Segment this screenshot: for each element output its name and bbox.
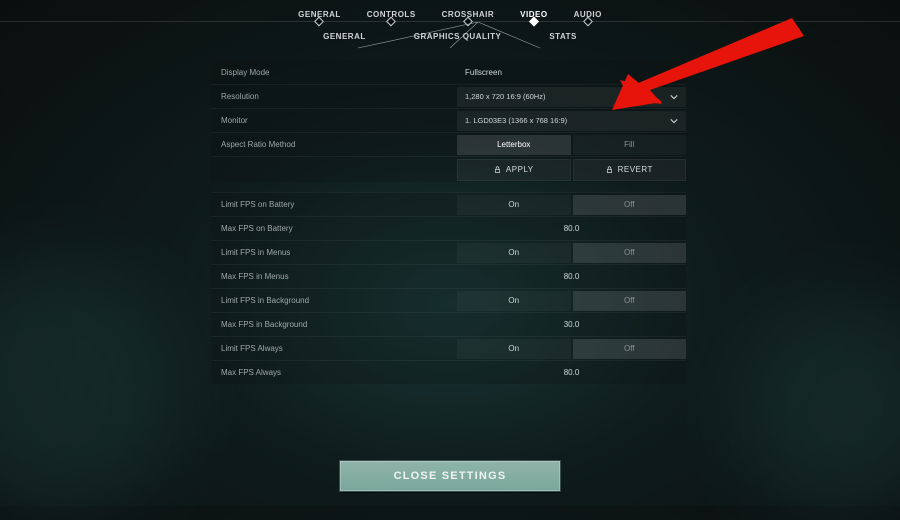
value-max-fps-always[interactable]: 80.0 (457, 368, 686, 377)
value-max-fps-background[interactable]: 30.0 (457, 320, 686, 329)
label-limit-fps-always: Limit FPS Always (211, 344, 457, 353)
tab-general[interactable]: GENERAL (298, 10, 341, 21)
subtab-general[interactable]: GENERAL (323, 32, 366, 48)
top-tab-bar: GENERAL CONTROLS CROSSHAIR VIDEO AUDIO (0, 0, 900, 22)
select-resolution[interactable]: 1,280 x 720 16:9 (60Hz) (457, 87, 686, 107)
option-menus-on[interactable]: On (457, 243, 571, 263)
select-monitor[interactable]: 1. LGD03E3 (1366 x 768 16:9) (457, 111, 686, 131)
label-display-mode: Display Mode (211, 68, 457, 77)
option-bg-on[interactable]: On (457, 291, 571, 311)
tab-crosshair[interactable]: CROSSHAIR (442, 10, 495, 21)
tab-audio[interactable]: AUDIO (574, 10, 602, 21)
subtab-graphics-quality[interactable]: GRAPHICS QUALITY (414, 32, 502, 48)
row-resolution: Resolution 1,280 x 720 16:9 (60Hz) (211, 84, 686, 108)
row-max-fps-always: Max FPS Always 80.0 (211, 360, 686, 384)
label-max-fps-always: Max FPS Always (211, 368, 457, 377)
row-limit-fps-always: Limit FPS Always On Off (211, 336, 686, 360)
apply-button[interactable]: APPLY (457, 159, 571, 181)
chevron-down-icon (670, 117, 678, 127)
row-max-fps-background: Max FPS in Background 30.0 (211, 312, 686, 336)
row-limit-fps-menus: Limit FPS in Menus On Off (211, 240, 686, 264)
row-limit-fps-battery: Limit FPS on Battery On Off (211, 192, 686, 216)
option-letterbox[interactable]: Letterbox (457, 135, 571, 155)
label-resolution: Resolution (211, 92, 457, 101)
label-max-fps-background: Max FPS in Background (211, 320, 457, 329)
label-limit-fps-background: Limit FPS in Background (211, 296, 457, 305)
value-monitor: 1. LGD03E3 (1366 x 768 16:9) (465, 116, 567, 125)
subtab-stats[interactable]: STATS (549, 32, 577, 48)
revert-button[interactable]: REVERT (573, 159, 687, 181)
value-display-mode[interactable]: Fullscreen (457, 68, 502, 77)
option-battery-off[interactable]: Off (573, 195, 687, 215)
close-settings-button[interactable]: CLOSE SETTINGS (339, 460, 561, 492)
tab-video[interactable]: VIDEO (520, 10, 547, 21)
row-apply-revert: APPLY REVERT (211, 156, 686, 182)
apply-label: APPLY (506, 165, 534, 174)
lock-icon (606, 166, 613, 174)
sub-tab-bar: GENERAL GRAPHICS QUALITY STATS (0, 22, 900, 48)
label-max-fps-menus: Max FPS in Menus (211, 272, 457, 281)
option-bg-off[interactable]: Off (573, 291, 687, 311)
chevron-down-icon (670, 93, 678, 103)
value-max-fps-battery[interactable]: 80.0 (457, 224, 686, 233)
row-max-fps-battery: Max FPS on Battery 80.0 (211, 216, 686, 240)
row-limit-fps-background: Limit FPS in Background On Off (211, 288, 686, 312)
option-always-on[interactable]: On (457, 339, 571, 359)
label-limit-fps-menus: Limit FPS in Menus (211, 248, 457, 257)
option-menus-off[interactable]: Off (573, 243, 687, 263)
tab-controls[interactable]: CONTROLS (367, 10, 416, 21)
option-battery-on[interactable]: On (457, 195, 571, 215)
revert-label: REVERT (618, 165, 653, 174)
row-max-fps-menus: Max FPS in Menus 80.0 (211, 264, 686, 288)
row-aspect-ratio: Aspect Ratio Method Letterbox Fill (211, 132, 686, 156)
row-display-mode: Display Mode Fullscreen (211, 60, 686, 84)
value-resolution: 1,280 x 720 16:9 (60Hz) (465, 92, 545, 101)
label-limit-fps-battery: Limit FPS on Battery (211, 200, 457, 209)
label-monitor: Monitor (211, 116, 457, 125)
label-aspect-ratio: Aspect Ratio Method (211, 140, 457, 149)
row-monitor: Monitor 1. LGD03E3 (1366 x 768 16:9) (211, 108, 686, 132)
label-max-fps-battery: Max FPS on Battery (211, 224, 457, 233)
option-fill[interactable]: Fill (573, 135, 687, 155)
value-max-fps-menus[interactable]: 80.0 (457, 272, 686, 281)
option-always-off[interactable]: Off (573, 339, 687, 359)
settings-panel: Display Mode Fullscreen Resolution 1,280… (211, 60, 686, 384)
lock-icon (494, 166, 501, 174)
